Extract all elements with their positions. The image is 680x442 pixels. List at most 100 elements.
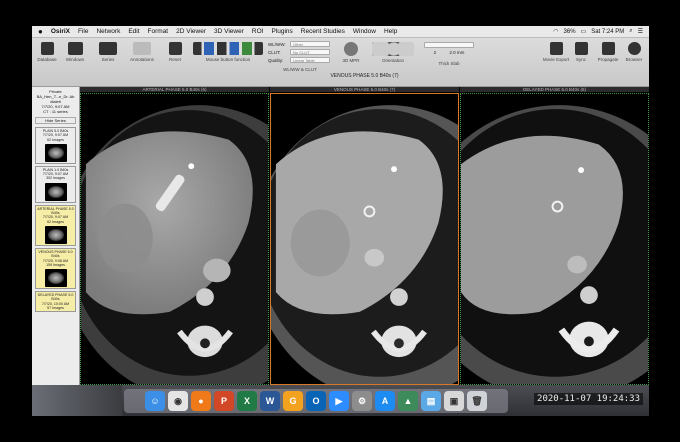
series-thumbnail xyxy=(44,182,67,201)
series-sidebar: Private BA_Hen_T...e_Dr. Ab dialeti 7/7/… xyxy=(32,87,80,385)
excel-icon[interactable]: X xyxy=(237,391,257,411)
menu-plugins[interactable]: Plugins xyxy=(271,28,292,35)
movie-export-button[interactable]: Movie Export xyxy=(542,42,570,62)
menu-roi[interactable]: ROI xyxy=(252,28,264,35)
annotations-control[interactable]: Annotations xyxy=(124,42,160,62)
battery-icon[interactable]: ▭ xyxy=(581,28,587,35)
series-icon xyxy=(99,42,117,55)
firefox-icon[interactable]: ● xyxy=(191,391,211,411)
series-thumb-venous[interactable]: VENOUS PHASE 5.0 B40s 7/7/20, 9:08 AM 15… xyxy=(35,247,76,290)
thick-slab-mode[interactable] xyxy=(424,42,474,48)
orientation-icon xyxy=(372,42,414,56)
search-icon[interactable]: ⌕ xyxy=(629,28,632,35)
hide-series-button[interactable]: Hide Series xyxy=(35,117,76,124)
mpr-icon xyxy=(344,42,358,56)
preview-icon[interactable]: ▣ xyxy=(444,391,464,411)
database-icon xyxy=(40,42,54,55)
slab-count: 2 xyxy=(433,50,437,55)
clut-label: CLUT: xyxy=(268,50,281,55)
series-count: 62 Images xyxy=(47,219,64,224)
database-button[interactable]: Database xyxy=(35,42,59,62)
3d-mpr-button[interactable]: 3D MPR xyxy=(338,42,364,63)
viewer-title-delayed: DELAYED PHASE 5.0 B40s (8) xyxy=(460,87,649,92)
browser-button[interactable]: Browser xyxy=(622,42,646,62)
menu-file[interactable]: File xyxy=(78,28,88,35)
menu-3d-viewer[interactable]: 3D Viewer xyxy=(214,28,244,35)
folder-icon[interactable]: ▤ xyxy=(421,391,441,411)
series-thumbnail xyxy=(44,143,67,162)
osirix-screen: ● OsiriX File Network Edit Format 2D Vie… xyxy=(32,26,649,416)
orientation-control[interactable]: Orientation xyxy=(370,42,416,63)
menu-osirix[interactable]: OsiriX xyxy=(51,28,70,35)
menu-network[interactable]: Network xyxy=(96,28,120,35)
windows-icon xyxy=(67,42,83,55)
series-thumb-delayed[interactable]: DELAYED PHASE 5.0 B40s 7/7/20, 10:00 AM … xyxy=(35,291,76,313)
ct-image-venous xyxy=(271,105,458,384)
viewer-area: ARTERIAL PHASE 5.0 B40s (6) VENOUS PHASE… xyxy=(80,87,649,385)
zoom-icon[interactable]: ▶ xyxy=(329,391,349,411)
windows-button[interactable]: Windows xyxy=(62,42,88,62)
powerpoint-icon[interactable]: P xyxy=(214,391,234,411)
clock[interactable]: Sat 7:24 PM xyxy=(591,29,624,35)
battery-percent[interactable]: 36% xyxy=(564,29,576,35)
timestamp-overlay: 2020-11-07 19:24:33 xyxy=(534,393,643,405)
menu-status-area: ◠ 36% ▭ Sat 7:24 PM ⌕ ☰ xyxy=(553,28,643,35)
chrome-icon[interactable]: ◉ xyxy=(168,391,188,411)
word-icon[interactable]: W xyxy=(260,391,280,411)
sync-button[interactable]: Sync xyxy=(570,42,592,62)
series-name: ARTERIAL PHASE 5.0 B40s xyxy=(37,206,74,216)
finder-icon[interactable]: ☺ xyxy=(145,391,165,411)
apple-icon[interactable]: ● xyxy=(38,27,43,36)
menu-window[interactable]: Window xyxy=(353,28,376,35)
menu-2d-viewer[interactable]: 2D Viewer xyxy=(176,28,206,35)
ct-image-arterial xyxy=(81,105,268,384)
window-title: VENOUS PHASE 5.0 B40s (7) xyxy=(330,73,399,79)
wlww-select[interactable]: Other xyxy=(290,41,330,47)
desktop-wallpaper xyxy=(32,385,122,416)
outlook-icon[interactable]: O xyxy=(306,391,326,411)
series-count: 159 Images xyxy=(46,262,65,267)
clut-select[interactable]: No CLUT xyxy=(290,49,330,55)
series-thumb-arterial[interactable]: ARTERIAL PHASE 5.0 B40s 7/7/20, 9:07 AM … xyxy=(35,204,76,246)
reset-icon xyxy=(168,42,182,55)
thick-slab-control[interactable]: 2 2.0 mm Thick Slab xyxy=(422,42,476,66)
mouse-tools[interactable]: Mouse button function xyxy=(190,42,266,62)
series-thumbnail xyxy=(44,269,67,288)
slab-thickness: 2.0 mm xyxy=(449,50,465,55)
propagate-button[interactable]: Propagate xyxy=(594,42,622,62)
viewer-title-arterial: ARTERIAL PHASE 5.0 B40s (6) xyxy=(80,87,269,92)
series-thumb-plain-5[interactable]: PLAIN 5.0 B40s 7/7/20, 9:07 AM 62 Images xyxy=(35,127,76,164)
series-count: 302 Images xyxy=(46,176,65,181)
mouse-tools-icon xyxy=(193,42,263,55)
pages-icon[interactable]: G xyxy=(283,391,303,411)
ct-image-delayed xyxy=(461,105,648,384)
menu-edit[interactable]: Edit xyxy=(128,28,139,35)
series-count: 57 Images xyxy=(47,306,64,311)
series-thumb-plain-1[interactable]: PLAIN 1.0 B40s 7/7/20, 9:07 AM 302 Image… xyxy=(35,165,76,203)
appstore-icon[interactable]: A xyxy=(375,391,395,411)
propagate-icon xyxy=(601,42,615,55)
series-thumbnail xyxy=(44,225,67,244)
menu-list-icon[interactable]: ☰ xyxy=(638,28,643,35)
ct-viewer-venous[interactable] xyxy=(270,93,459,385)
ct-viewer-arterial[interactable] xyxy=(80,93,269,385)
menu-recent-studies[interactable]: Recent Studies xyxy=(301,28,345,35)
quality-select[interactable]: Linear Table xyxy=(290,57,330,63)
ct-viewer-delayed[interactable] xyxy=(460,93,649,385)
series-name: DELAYED PHASE 5.0 B40s xyxy=(37,293,74,302)
study-series-count: CT : 11 series xyxy=(43,109,68,114)
settings-icon[interactable]: ⚙ xyxy=(352,391,372,411)
reset-button[interactable]: Reset xyxy=(162,42,188,62)
series-name: VENOUS PHASE 5.0 B40s xyxy=(38,249,73,259)
series-button[interactable]: Series xyxy=(94,42,122,62)
viewer-title-venous: VENOUS PHASE 5.0 B40s (7) xyxy=(270,87,459,92)
wifi-icon[interactable]: ◠ xyxy=(553,28,558,35)
desktop-bottom: ☺ ◉ ● P X W G O ▶ ⚙ A ▲ ▤ ▣ 🗑 2020-11-07… xyxy=(32,385,649,416)
trash-icon[interactable]: 🗑 xyxy=(467,391,487,411)
menu-format[interactable]: Format xyxy=(148,28,169,35)
sync-icon xyxy=(574,42,588,55)
osirix-icon[interactable]: ▲ xyxy=(398,391,418,411)
menu-help[interactable]: Help xyxy=(384,28,397,35)
movie-export-icon xyxy=(549,42,563,55)
wlww-label: WL/WW: xyxy=(268,42,286,47)
